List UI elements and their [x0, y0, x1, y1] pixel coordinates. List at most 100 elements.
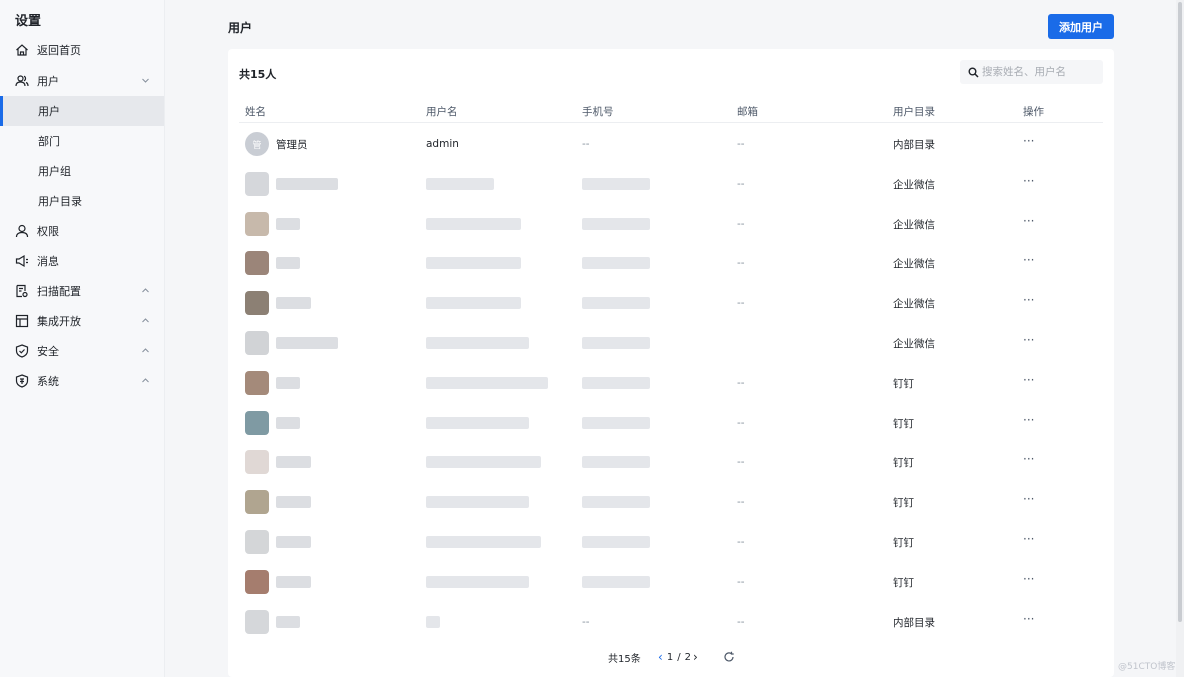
more-actions-button[interactable]: ···	[1023, 373, 1034, 387]
user-email: --	[737, 138, 745, 150]
more-actions-button[interactable]: ···	[1023, 174, 1034, 188]
user-phone	[582, 416, 650, 429]
table-row[interactable]: -- 企业微信 ···	[228, 243, 1114, 283]
user-username	[426, 416, 529, 429]
avatar	[245, 490, 269, 515]
prev-page-icon[interactable]: ‹	[658, 650, 663, 664]
more-actions-button[interactable]: ···	[1023, 253, 1034, 267]
user-email: --	[737, 297, 745, 310]
more-actions-button[interactable]: ···	[1023, 492, 1034, 506]
user-email: --	[737, 257, 745, 270]
column-header-phone: 手机号	[582, 106, 614, 118]
table-row[interactable]: -- 钉钉 ···	[228, 562, 1114, 602]
sidebar-item-integration[interactable]: 集成开放	[0, 306, 164, 336]
sidebar-item-messages[interactable]: 消息	[0, 246, 164, 276]
user-directory: 企业微信	[893, 218, 935, 231]
pagination: ‹ 1 / 2 ›	[658, 650, 698, 664]
watermark: @51CTO博客	[1118, 662, 1176, 672]
avatar	[245, 450, 269, 475]
chevron-up-icon	[142, 318, 149, 323]
sidebar-item-scan-config[interactable]: 扫描配置	[0, 276, 164, 306]
more-actions-button[interactable]: ···	[1023, 452, 1034, 466]
shield-badge-icon	[15, 374, 29, 388]
total-pages[interactable]: 2	[685, 652, 691, 663]
more-actions-button[interactable]: ···	[1023, 532, 1034, 546]
user-email: --	[737, 416, 745, 429]
table-row[interactable]: -- -- 内部目录 ···	[228, 602, 1114, 642]
more-actions-button[interactable]: ···	[1023, 333, 1034, 347]
user-username	[426, 575, 529, 588]
column-header-actions: 操作	[1023, 106, 1044, 118]
user-email: --	[737, 177, 745, 190]
sidebar-item-users[interactable]: 用户	[0, 66, 164, 96]
more-actions-button[interactable]: ···	[1023, 572, 1034, 586]
table-row[interactable]: 管管理员 admin -- -- 内部目录 ···	[228, 124, 1114, 164]
user-username: admin	[426, 138, 459, 150]
user-username	[426, 177, 494, 190]
sidebar-item-system[interactable]: 系统	[0, 366, 164, 396]
chevron-up-icon	[142, 348, 149, 353]
more-actions-button[interactable]: ···	[1023, 413, 1034, 427]
table-row[interactable]: -- 企业微信 ···	[228, 283, 1114, 323]
user-name	[276, 575, 311, 588]
avatar	[245, 569, 269, 594]
user-table-panel: 共15人 姓名 用户名 手机号 邮箱 用户目录 操作 管管理员admin----…	[228, 49, 1114, 677]
sidebar-item-label: 权限	[37, 225, 59, 238]
table-row[interactable]: -- 企业微信 ···	[228, 164, 1114, 204]
user-directory: 企业微信	[893, 178, 935, 191]
sidebar-item-users-sub[interactable]: 用户	[0, 96, 164, 126]
sidebar-item-home[interactable]: 返回首页	[0, 35, 164, 65]
scan-config-icon	[15, 284, 29, 298]
column-header-name: 姓名	[245, 106, 266, 118]
sidebar-item-label: 安全	[37, 345, 59, 358]
next-page-icon[interactable]: ›	[693, 650, 698, 664]
table-row[interactable]: -- 钉钉 ···	[228, 403, 1114, 443]
sidebar-item-departments[interactable]: 部门	[0, 126, 164, 156]
chevron-up-icon	[142, 378, 149, 383]
sidebar-item-user-groups[interactable]: 用户组	[0, 156, 164, 186]
sidebar-item-label: 系统	[37, 375, 59, 388]
refresh-button[interactable]	[723, 651, 735, 663]
refresh-icon	[724, 651, 734, 662]
search-input[interactable]	[982, 66, 1097, 78]
user-name	[276, 257, 300, 270]
more-actions-button[interactable]: ···	[1023, 612, 1034, 626]
user-name	[276, 177, 338, 190]
shield-check-icon	[15, 344, 29, 358]
avatar	[245, 251, 269, 276]
user-email: --	[737, 217, 745, 230]
more-actions-button[interactable]: ···	[1023, 134, 1034, 148]
user-name: 管理员	[276, 139, 308, 151]
user-email: --	[737, 376, 745, 389]
avatar	[245, 410, 269, 435]
more-actions-button[interactable]: ···	[1023, 214, 1034, 228]
avatar: 管	[245, 132, 269, 156]
user-phone	[582, 257, 650, 270]
user-email: --	[737, 536, 745, 548]
table-row[interactable]: -- 钉钉 ···	[228, 363, 1114, 403]
user-name	[276, 456, 311, 469]
more-actions-button[interactable]: ···	[1023, 293, 1034, 307]
table-row[interactable]: -- 钉钉 ···	[228, 522, 1114, 562]
table-row[interactable]: -- 钉钉 ···	[228, 442, 1114, 482]
megaphone-icon	[15, 254, 29, 268]
page-separator: /	[677, 651, 681, 663]
table-row[interactable]: 企业微信 ···	[228, 323, 1114, 363]
sidebar-item-user-directory[interactable]: 用户目录	[0, 186, 164, 216]
table-row[interactable]: -- 企业微信 ···	[228, 204, 1114, 244]
sidebar-item-security[interactable]: 安全	[0, 336, 164, 366]
sidebar-item-permissions[interactable]: 权限	[0, 216, 164, 246]
user-phone	[582, 297, 650, 310]
user-phone	[582, 496, 650, 509]
table-row[interactable]: -- 钉钉 ···	[228, 482, 1114, 522]
current-page[interactable]: 1	[667, 652, 673, 663]
user-email: --	[737, 615, 745, 628]
user-username	[426, 615, 440, 628]
add-user-button[interactable]: 添加用户	[1048, 14, 1114, 39]
user-phone	[582, 337, 650, 349]
avatar	[245, 211, 269, 236]
search-box[interactable]	[960, 60, 1103, 84]
avatar	[245, 609, 269, 634]
sidebar-item-label: 扫描配置	[37, 285, 81, 298]
scrollbar-thumb[interactable]	[1178, 2, 1182, 622]
